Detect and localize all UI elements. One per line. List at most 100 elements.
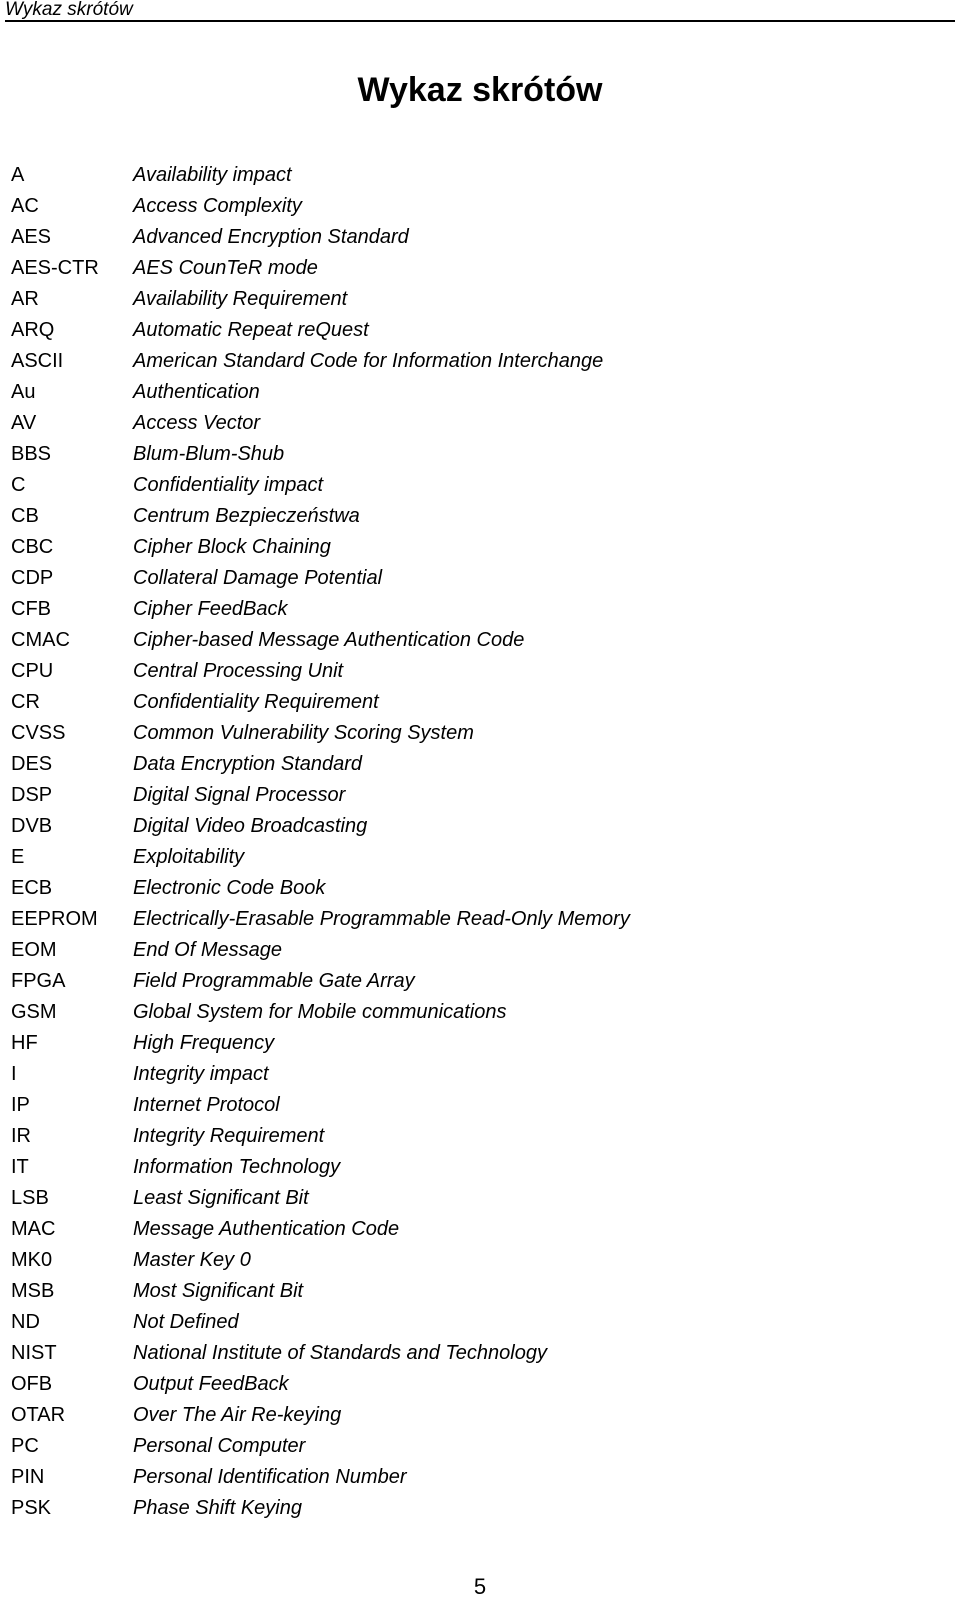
definition: Not Defined (133, 1311, 239, 1333)
abbreviation: MK0 (11, 1249, 53, 1271)
list-item: IR Integrity Requirement (11, 1121, 630, 1152)
list-item: ARQ Automatic Repeat reQuest (11, 315, 630, 346)
list-item: ND Not Defined (11, 1307, 630, 1338)
abbreviation: PIN (11, 1466, 45, 1488)
abbreviation: IR (11, 1125, 31, 1147)
definition: Information Technology (133, 1156, 341, 1178)
abbreviation: AES-CTR (11, 257, 99, 279)
list-item: AR Availability Requirement (11, 284, 630, 315)
abbreviation-list: A Availability impact AC Access Complexity A… (11, 160, 630, 1524)
abbreviation: I (11, 1063, 17, 1085)
list-item: OFB Output FeedBack (11, 1369, 630, 1400)
list-item: LSB Least Significant Bit (11, 1183, 630, 1214)
abbreviation: DVB (11, 815, 53, 837)
definition: Digital Signal Processor (133, 784, 346, 806)
abbreviation: CR (11, 691, 40, 713)
page-number: 5 (473, 1574, 487, 1599)
definition: Data Encryption Standard (133, 753, 363, 775)
abbreviation: CBC (11, 536, 54, 558)
list-item: GSM Global System for Mobile communicatio… (11, 997, 630, 1028)
abbreviation: CMAC (11, 629, 70, 651)
abbreviation: CB (11, 505, 39, 527)
list-item: MK0 Master Key 0 (11, 1245, 630, 1276)
definition: Electronic Code Book (133, 877, 326, 899)
definition: Over The Air Re-keying (133, 1404, 342, 1426)
definition: Exploitability (133, 846, 245, 868)
list-item: AES-CTR AES CounTeR mode (11, 253, 630, 284)
abbreviation: OTAR (11, 1404, 66, 1426)
abbreviation: Au (11, 381, 36, 403)
abbreviation: DSP (11, 784, 53, 806)
list-item: ASCII American Standard Code for Informat… (11, 346, 630, 377)
definition: Centrum Bezpieczeństwa (133, 505, 360, 527)
definition: Blum-Blum-Shub (133, 443, 285, 465)
list-item: E Exploitability (11, 842, 630, 873)
definition: Common Vulnerability Scoring System (133, 722, 474, 744)
definition: Global System for Mobile communications (133, 1001, 507, 1023)
abbreviation: CPU (11, 660, 54, 682)
list-item: I Integrity impact (11, 1059, 630, 1090)
list-item: IT Information Technology (11, 1152, 630, 1183)
abbreviation: AR (11, 288, 39, 310)
abbreviation: BBS (11, 443, 52, 465)
definition: National Institute of Standards and Tech… (133, 1342, 547, 1364)
abbreviation: PSK (11, 1497, 52, 1519)
definition: Message Authentication Code (133, 1218, 400, 1240)
list-item: CFB Cipher FeedBack (11, 594, 630, 625)
definition: Access Complexity (133, 195, 302, 217)
abbreviation: PC (11, 1435, 39, 1457)
definition: Availability impact (133, 164, 292, 186)
list-item: DSP Digital Signal Processor (11, 780, 630, 811)
definition: American Standard Code for Information I… (133, 350, 604, 372)
definition: Access Vector (133, 412, 261, 434)
definition: Field Programmable Gate Array (133, 970, 415, 992)
list-item: IP Internet Protocol (11, 1090, 630, 1121)
abbreviation: EEPROM (11, 908, 98, 930)
definition: Confidentiality impact (133, 474, 324, 496)
abbreviation: OFB (11, 1373, 53, 1395)
list-item: BBS Blum-Blum-Shub (11, 439, 630, 470)
abbreviation: ARQ (11, 319, 55, 341)
list-item: CDP Collateral Damage Potential (11, 563, 630, 594)
list-item: PC Personal Computer (11, 1431, 630, 1462)
abbreviation: CFB (11, 598, 51, 620)
definition: AES CounTeR mode (133, 257, 318, 279)
list-item: NIST National Institute of Standards and … (11, 1338, 630, 1369)
definition: Digital Video Broadcasting (133, 815, 368, 837)
definition: Phase Shift Keying (133, 1497, 302, 1519)
list-item: ECB Electronic Code Book (11, 873, 630, 904)
list-item: AC Access Complexity (11, 191, 630, 222)
definition: Authentication (133, 381, 260, 403)
abbreviation: CVSS (11, 722, 66, 744)
list-item: CPU Central Processing Unit (11, 656, 630, 687)
list-item: Au Authentication (11, 377, 630, 408)
list-item: CB Centrum Bezpieczeństwa (11, 501, 630, 532)
abbreviation: ND (11, 1311, 40, 1333)
page-title: Wykaz skrótów (357, 71, 603, 109)
abbreviation: ASCII (11, 350, 64, 372)
definition: High Frequency (133, 1032, 275, 1054)
running-header-title: Wykaz skrótów (5, 0, 133, 20)
abbreviation: IT (11, 1156, 29, 1178)
list-item: C Confidentiality impact (11, 470, 630, 501)
abbreviation: MSB (11, 1280, 55, 1302)
abbreviation: MAC (11, 1218, 56, 1240)
abbreviation: C (11, 474, 26, 496)
definition: Least Significant Bit (133, 1187, 309, 1209)
abbreviation: CDP (11, 567, 54, 589)
definition: Cipher-based Message Authentication Code (133, 629, 525, 651)
definition: Personal Identification Number (133, 1466, 407, 1488)
definition: Electrically-Erasable Programmable Read-… (133, 908, 630, 930)
definition: Master Key 0 (133, 1249, 251, 1271)
list-item: AV Access Vector (11, 408, 630, 439)
list-item: DES Data Encryption Standard (11, 749, 630, 780)
running-header: Wykaz skrótów (5, 0, 955, 22)
definition: Cipher FeedBack (133, 598, 288, 620)
list-item: CBC Cipher Block Chaining (11, 532, 630, 563)
definition: Automatic Repeat reQuest (133, 319, 369, 341)
list-item: MAC Message Authentication Code (11, 1214, 630, 1245)
definition: Advanced Encryption Standard (133, 226, 409, 248)
abbreviation: IP (11, 1094, 30, 1116)
abbreviation: NIST (11, 1342, 57, 1364)
list-item: EOM End Of Message (11, 935, 630, 966)
